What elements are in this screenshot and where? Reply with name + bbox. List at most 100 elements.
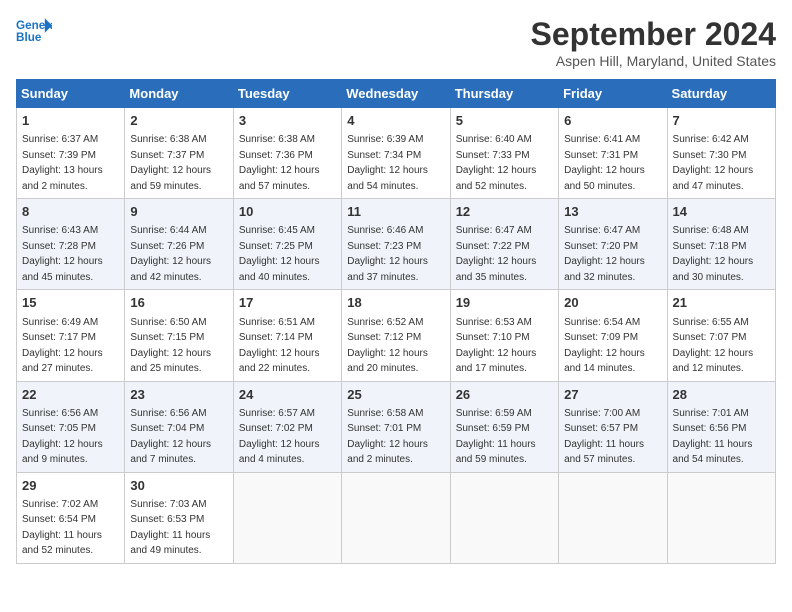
- day-number: 30: [130, 477, 227, 495]
- table-cell: 9 Sunrise: 6:44 AMSunset: 7:26 PMDayligh…: [125, 199, 233, 290]
- day-info: Sunrise: 6:46 AMSunset: 7:23 PMDaylight:…: [347, 225, 428, 283]
- day-info: Sunrise: 6:45 AMSunset: 7:25 PMDaylight:…: [239, 225, 320, 283]
- day-number: 20: [564, 294, 661, 312]
- day-number: 1: [22, 112, 119, 130]
- day-number: 18: [347, 294, 444, 312]
- col-monday: Monday: [125, 80, 233, 108]
- table-cell: 14 Sunrise: 6:48 AMSunset: 7:18 PMDaylig…: [667, 199, 775, 290]
- day-number: 26: [456, 386, 553, 404]
- day-info: Sunrise: 6:52 AMSunset: 7:12 PMDaylight:…: [347, 317, 428, 375]
- table-cell: [559, 472, 667, 563]
- day-info: Sunrise: 6:56 AMSunset: 7:04 PMDaylight:…: [130, 408, 211, 466]
- table-cell: 20 Sunrise: 6:54 AMSunset: 7:09 PMDaylig…: [559, 290, 667, 381]
- day-info: Sunrise: 6:50 AMSunset: 7:15 PMDaylight:…: [130, 317, 211, 375]
- title-block: September 2024 Aspen Hill, Maryland, Uni…: [531, 16, 776, 69]
- day-info: Sunrise: 6:44 AMSunset: 7:26 PMDaylight:…: [130, 225, 211, 283]
- table-cell: [450, 472, 558, 563]
- day-info: Sunrise: 6:57 AMSunset: 7:02 PMDaylight:…: [239, 408, 320, 466]
- calendar-title: September 2024: [531, 16, 776, 53]
- day-info: Sunrise: 6:51 AMSunset: 7:14 PMDaylight:…: [239, 317, 320, 375]
- table-cell: 23 Sunrise: 6:56 AMSunset: 7:04 PMDaylig…: [125, 381, 233, 472]
- day-number: 12: [456, 203, 553, 221]
- table-cell: 3 Sunrise: 6:38 AMSunset: 7:36 PMDayligh…: [233, 108, 341, 199]
- day-number: 9: [130, 203, 227, 221]
- day-info: Sunrise: 7:03 AMSunset: 6:53 PMDaylight:…: [130, 499, 210, 557]
- day-number: 11: [347, 203, 444, 221]
- day-info: Sunrise: 6:40 AMSunset: 7:33 PMDaylight:…: [456, 134, 537, 192]
- day-info: Sunrise: 6:49 AMSunset: 7:17 PMDaylight:…: [22, 317, 103, 375]
- week-row-4: 22 Sunrise: 6:56 AMSunset: 7:05 PMDaylig…: [17, 381, 776, 472]
- table-cell: 8 Sunrise: 6:43 AMSunset: 7:28 PMDayligh…: [17, 199, 125, 290]
- table-cell: 15 Sunrise: 6:49 AMSunset: 7:17 PMDaylig…: [17, 290, 125, 381]
- table-cell: 5 Sunrise: 6:40 AMSunset: 7:33 PMDayligh…: [450, 108, 558, 199]
- day-number: 7: [673, 112, 770, 130]
- day-info: Sunrise: 6:58 AMSunset: 7:01 PMDaylight:…: [347, 408, 428, 466]
- day-number: 17: [239, 294, 336, 312]
- day-number: 23: [130, 386, 227, 404]
- table-cell: 18 Sunrise: 6:52 AMSunset: 7:12 PMDaylig…: [342, 290, 450, 381]
- day-number: 8: [22, 203, 119, 221]
- week-row-5: 29 Sunrise: 7:02 AMSunset: 6:54 PMDaylig…: [17, 472, 776, 563]
- calendar-table: Sunday Monday Tuesday Wednesday Thursday…: [16, 79, 776, 564]
- table-cell: 28 Sunrise: 7:01 AMSunset: 6:56 PMDaylig…: [667, 381, 775, 472]
- page-header: General Blue September 2024 Aspen Hill, …: [16, 16, 776, 69]
- table-cell: 13 Sunrise: 6:47 AMSunset: 7:20 PMDaylig…: [559, 199, 667, 290]
- table-cell: 30 Sunrise: 7:03 AMSunset: 6:53 PMDaylig…: [125, 472, 233, 563]
- day-info: Sunrise: 6:38 AMSunset: 7:37 PMDaylight:…: [130, 134, 211, 192]
- calendar-body: 1 Sunrise: 6:37 AMSunset: 7:39 PMDayligh…: [17, 108, 776, 564]
- day-info: Sunrise: 7:00 AMSunset: 6:57 PMDaylight:…: [564, 408, 644, 466]
- day-info: Sunrise: 6:55 AMSunset: 7:07 PMDaylight:…: [673, 317, 754, 375]
- day-number: 27: [564, 386, 661, 404]
- day-info: Sunrise: 6:53 AMSunset: 7:10 PMDaylight:…: [456, 317, 537, 375]
- day-info: Sunrise: 6:47 AMSunset: 7:20 PMDaylight:…: [564, 225, 645, 283]
- header-row: Sunday Monday Tuesday Wednesday Thursday…: [17, 80, 776, 108]
- day-info: Sunrise: 6:37 AMSunset: 7:39 PMDaylight:…: [22, 134, 103, 192]
- day-number: 4: [347, 112, 444, 130]
- table-cell: 24 Sunrise: 6:57 AMSunset: 7:02 PMDaylig…: [233, 381, 341, 472]
- table-cell: 21 Sunrise: 6:55 AMSunset: 7:07 PMDaylig…: [667, 290, 775, 381]
- table-cell: 10 Sunrise: 6:45 AMSunset: 7:25 PMDaylig…: [233, 199, 341, 290]
- day-number: 10: [239, 203, 336, 221]
- table-cell: [233, 472, 341, 563]
- table-cell: 1 Sunrise: 6:37 AMSunset: 7:39 PMDayligh…: [17, 108, 125, 199]
- table-cell: [342, 472, 450, 563]
- day-number: 13: [564, 203, 661, 221]
- day-number: 24: [239, 386, 336, 404]
- day-number: 29: [22, 477, 119, 495]
- table-cell: 12 Sunrise: 6:47 AMSunset: 7:22 PMDaylig…: [450, 199, 558, 290]
- day-number: 16: [130, 294, 227, 312]
- day-info: Sunrise: 6:48 AMSunset: 7:18 PMDaylight:…: [673, 225, 754, 283]
- day-info: Sunrise: 6:54 AMSunset: 7:09 PMDaylight:…: [564, 317, 645, 375]
- table-cell: 22 Sunrise: 6:56 AMSunset: 7:05 PMDaylig…: [17, 381, 125, 472]
- logo: General Blue: [16, 16, 52, 44]
- col-friday: Friday: [559, 80, 667, 108]
- table-cell: [667, 472, 775, 563]
- day-number: 15: [22, 294, 119, 312]
- day-number: 25: [347, 386, 444, 404]
- table-cell: 27 Sunrise: 7:00 AMSunset: 6:57 PMDaylig…: [559, 381, 667, 472]
- day-number: 3: [239, 112, 336, 130]
- table-cell: 25 Sunrise: 6:58 AMSunset: 7:01 PMDaylig…: [342, 381, 450, 472]
- svg-text:Blue: Blue: [16, 31, 42, 44]
- calendar-subtitle: Aspen Hill, Maryland, United States: [531, 53, 776, 69]
- logo-icon: General Blue: [16, 16, 52, 44]
- table-cell: 17 Sunrise: 6:51 AMSunset: 7:14 PMDaylig…: [233, 290, 341, 381]
- day-info: Sunrise: 6:47 AMSunset: 7:22 PMDaylight:…: [456, 225, 537, 283]
- table-cell: 7 Sunrise: 6:42 AMSunset: 7:30 PMDayligh…: [667, 108, 775, 199]
- col-tuesday: Tuesday: [233, 80, 341, 108]
- day-info: Sunrise: 6:56 AMSunset: 7:05 PMDaylight:…: [22, 408, 103, 466]
- table-cell: 11 Sunrise: 6:46 AMSunset: 7:23 PMDaylig…: [342, 199, 450, 290]
- day-info: Sunrise: 6:39 AMSunset: 7:34 PMDaylight:…: [347, 134, 428, 192]
- week-row-3: 15 Sunrise: 6:49 AMSunset: 7:17 PMDaylig…: [17, 290, 776, 381]
- day-info: Sunrise: 7:01 AMSunset: 6:56 PMDaylight:…: [673, 408, 753, 466]
- day-number: 28: [673, 386, 770, 404]
- week-row-1: 1 Sunrise: 6:37 AMSunset: 7:39 PMDayligh…: [17, 108, 776, 199]
- day-info: Sunrise: 6:38 AMSunset: 7:36 PMDaylight:…: [239, 134, 320, 192]
- day-number: 21: [673, 294, 770, 312]
- day-info: Sunrise: 7:02 AMSunset: 6:54 PMDaylight:…: [22, 499, 102, 557]
- week-row-2: 8 Sunrise: 6:43 AMSunset: 7:28 PMDayligh…: [17, 199, 776, 290]
- day-info: Sunrise: 6:42 AMSunset: 7:30 PMDaylight:…: [673, 134, 754, 192]
- table-cell: 26 Sunrise: 6:59 AMSunset: 6:59 PMDaylig…: [450, 381, 558, 472]
- col-thursday: Thursday: [450, 80, 558, 108]
- table-cell: 16 Sunrise: 6:50 AMSunset: 7:15 PMDaylig…: [125, 290, 233, 381]
